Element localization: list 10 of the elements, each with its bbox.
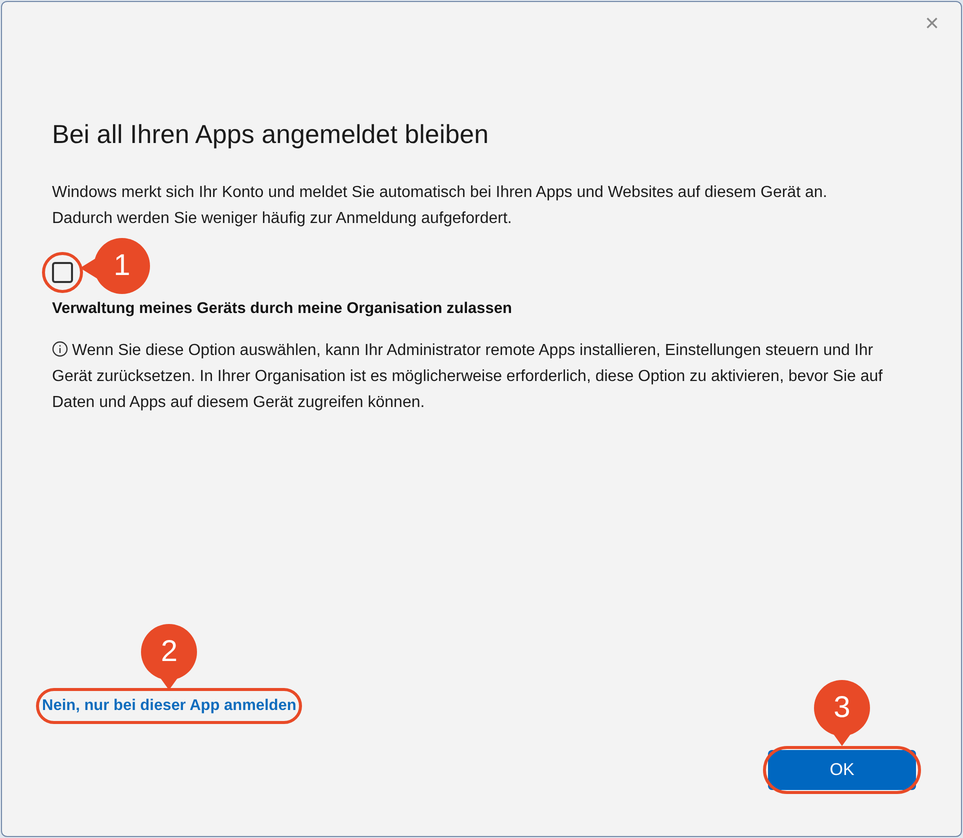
checkbox[interactable] — [52, 262, 73, 283]
checkbox-label: Verwaltung meines Geräts durch meine Organisation zulassen — [52, 299, 513, 319]
close-button[interactable]: × — [920, 12, 943, 36]
info-text: Wenn Sie diese Option auswählen, kann Ihr Administrator remote Apps installieren, Einstellungen steuern und Ihr Gerät zurücksetzen. In Ihrer Organisation ist es möglicherweise erforderlich, diese Option zu aktivieren, bevor Sie auf Daten und Apps auf diesem Gerät zugreifen können. — [52, 340, 884, 414]
highlight-ring — [42, 252, 83, 293]
dialog-title: Bei all Ihren Apps angemeldet bleiben — [52, 118, 490, 150]
description-text: Windows merkt sich Ihr Konto und meldet Sie automatisch bei Ihren Apps und Websites auf diesem Gerät an. Dadurch werden Sie weniger häufig zur Anmeldung aufgefordert. — [52, 183, 828, 229]
ok-button[interactable]: OK — [768, 750, 916, 790]
info-icon — [52, 341, 68, 358]
sign-in-app-only-link[interactable]: Nein, nur bei dieser App anmelden — [42, 694, 296, 718]
